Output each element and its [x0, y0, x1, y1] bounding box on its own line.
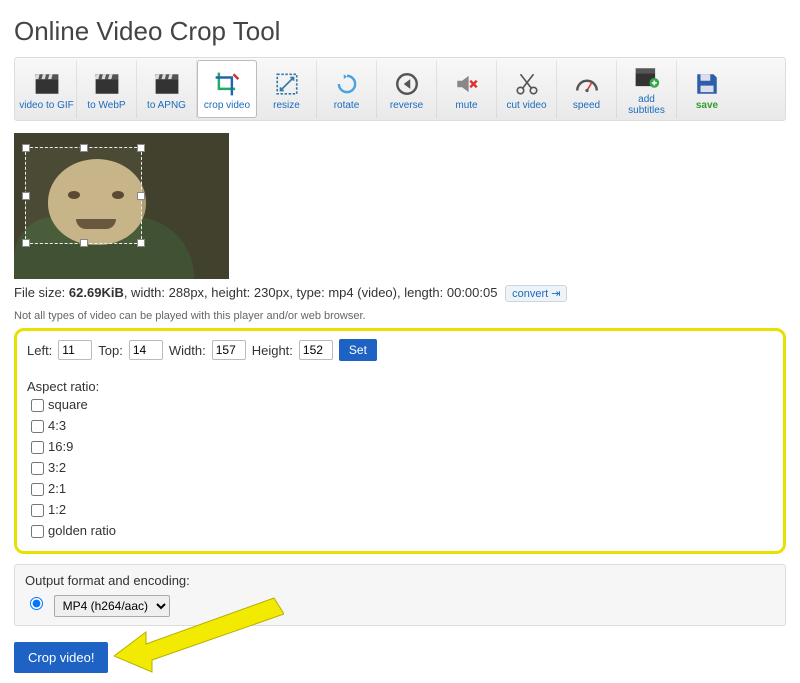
crop-icon: [212, 70, 242, 98]
tool-to-webp[interactable]: to WebP: [77, 60, 137, 118]
speedometer-icon: [572, 70, 602, 98]
tool-cut-video[interactable]: cut video: [497, 60, 557, 118]
convert-label: convert: [512, 288, 548, 300]
tool-crop-video[interactable]: crop video: [197, 60, 257, 118]
set-button[interactable]: Set: [339, 339, 377, 361]
crop-handle-s[interactable]: [80, 239, 88, 247]
toolbar: video to GIF to WebP to APNG crop video …: [14, 57, 786, 121]
dimensions-row: Left: Top: Width: Height: Set: [27, 339, 773, 365]
output-format-title: Output format and encoding:: [25, 573, 775, 588]
file-info-rest: , width: 288px, height: 230px, type: mp4…: [124, 285, 498, 300]
aspect-checkbox[interactable]: [31, 420, 44, 433]
page-title: Online Video Crop Tool: [14, 16, 786, 47]
aspect-checkbox[interactable]: [31, 525, 44, 538]
tool-reverse[interactable]: reverse: [377, 60, 437, 118]
width-input[interactable]: [212, 340, 246, 360]
height-label: Height:: [252, 343, 293, 358]
aspect-option-golden[interactable]: golden ratio: [27, 522, 773, 541]
aspect-option-1-2[interactable]: 1:2: [27, 501, 773, 520]
aspect-option-label: square: [48, 397, 88, 412]
tool-label: save: [696, 100, 718, 111]
tool-save[interactable]: save: [677, 60, 737, 118]
tool-label: cut video: [506, 100, 546, 111]
clapperboard-icon: [152, 70, 182, 98]
tool-add-subtitles[interactable]: add subtitles: [617, 60, 677, 118]
tool-to-apng[interactable]: to APNG: [137, 60, 197, 118]
height-input[interactable]: [299, 340, 333, 360]
aspect-option-label: 2:1: [48, 481, 66, 496]
tool-rotate[interactable]: rotate: [317, 60, 377, 118]
crop-settings-panel: Left: Top: Width: Height: Set Aspect rat…: [14, 328, 786, 554]
aspect-ratio-title: Aspect ratio:: [27, 379, 773, 394]
tool-label: mute: [455, 100, 477, 111]
aspect-option-label: 4:3: [48, 418, 66, 433]
width-label: Width:: [169, 343, 206, 358]
convert-button[interactable]: convert ⇥: [505, 285, 567, 302]
crop-handle-se[interactable]: [137, 239, 145, 247]
tool-speed[interactable]: speed: [557, 60, 617, 118]
clapperboard-icon: [92, 70, 122, 98]
tool-label: speed: [573, 100, 600, 111]
aspect-option-label: 1:2: [48, 502, 66, 517]
output-format-select[interactable]: MP4 (h264/aac): [54, 595, 170, 617]
left-input[interactable]: [58, 340, 92, 360]
aspect-checkbox[interactable]: [31, 483, 44, 496]
file-size-value: 62.69KiB: [69, 285, 124, 300]
crop-selection[interactable]: [25, 147, 142, 244]
scissors-icon: [512, 70, 542, 98]
crop-handle-e[interactable]: [137, 192, 145, 200]
aspect-option-label: 3:2: [48, 460, 66, 475]
tool-label: video to GIF: [19, 100, 73, 111]
convert-arrow-icon: ⇥: [551, 288, 560, 300]
player-compat-note: Not all types of video can be played wit…: [14, 310, 786, 322]
crop-handle-n[interactable]: [80, 144, 88, 152]
aspect-option-square[interactable]: square: [27, 396, 773, 415]
tool-label: crop video: [204, 100, 250, 111]
aspect-option-label: 16:9: [48, 439, 73, 454]
reverse-icon: [392, 70, 422, 98]
aspect-checkbox[interactable]: [31, 504, 44, 517]
tool-resize[interactable]: resize: [257, 60, 317, 118]
crop-handle-ne[interactable]: [137, 144, 145, 152]
tool-mute[interactable]: mute: [437, 60, 497, 118]
crop-handle-nw[interactable]: [22, 144, 30, 152]
aspect-option-16-9[interactable]: 16:9: [27, 438, 773, 457]
file-info-prefix: File size:: [14, 285, 69, 300]
output-format-radio[interactable]: [30, 597, 43, 610]
tool-label: to APNG: [147, 100, 186, 111]
aspect-checkbox[interactable]: [31, 462, 44, 475]
tool-video-to-gif[interactable]: video to GIF: [17, 60, 77, 118]
file-info: File size: 62.69KiB, width: 288px, heigh…: [14, 285, 786, 302]
tool-label: rotate: [334, 100, 360, 111]
rotate-icon: [332, 70, 362, 98]
aspect-ratio-section: Aspect ratio: square 4:3 16:9 3:2 2:1 1:…: [27, 379, 773, 541]
subtitles-icon: [632, 64, 662, 92]
floppy-disk-icon: [692, 70, 722, 98]
aspect-checkbox[interactable]: [31, 441, 44, 454]
tool-label: reverse: [390, 100, 423, 111]
aspect-checkbox[interactable]: [31, 399, 44, 412]
mute-icon: [452, 70, 482, 98]
left-label: Left:: [27, 343, 52, 358]
aspect-option-2-1[interactable]: 2:1: [27, 480, 773, 499]
tool-label: add subtitles: [619, 94, 674, 116]
video-preview-container: [14, 133, 786, 279]
crop-handle-w[interactable]: [22, 192, 30, 200]
aspect-option-4-3[interactable]: 4:3: [27, 417, 773, 436]
top-input[interactable]: [129, 340, 163, 360]
crop-handle-sw[interactable]: [22, 239, 30, 247]
tool-label: to WebP: [87, 100, 125, 111]
output-format-panel: Output format and encoding: MP4 (h264/aa…: [14, 564, 786, 626]
video-preview[interactable]: [14, 133, 229, 279]
tool-label: resize: [273, 100, 300, 111]
top-label: Top:: [98, 343, 123, 358]
aspect-option-label: golden ratio: [48, 523, 116, 538]
resize-icon: [272, 70, 302, 98]
clapperboard-icon: [32, 70, 62, 98]
aspect-option-3-2[interactable]: 3:2: [27, 459, 773, 478]
